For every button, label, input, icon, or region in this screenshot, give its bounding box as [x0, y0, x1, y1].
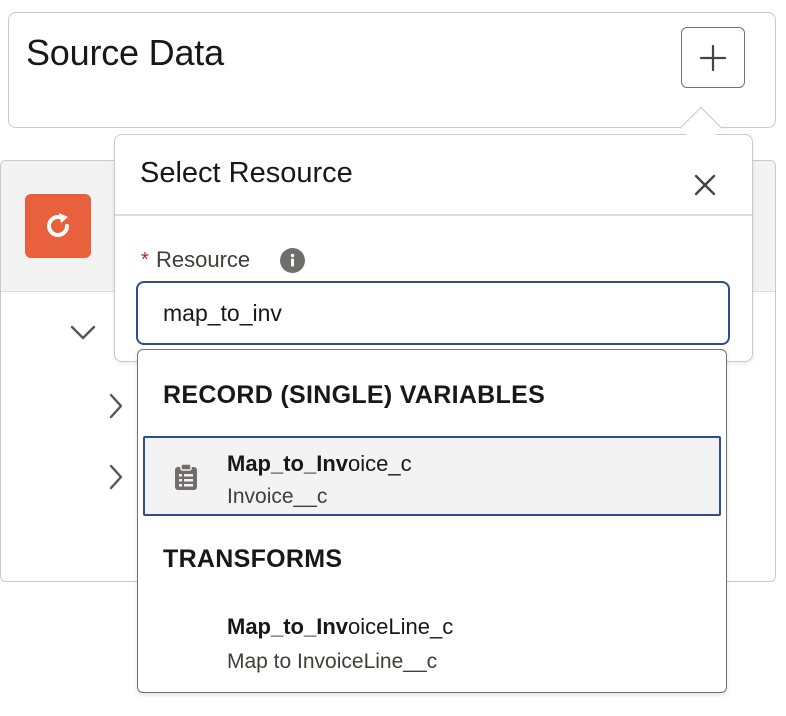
chevron-right-icon[interactable]: [104, 392, 128, 420]
group-header-record-variables: RECORD (SINGLE) VARIABLES: [163, 381, 546, 409]
close-icon: [694, 174, 716, 196]
info-icon[interactable]: [280, 248, 305, 273]
popover-title: Select Resource: [140, 157, 353, 189]
source-data-title: Source Data: [26, 32, 224, 73]
refresh-icon[interactable]: [25, 194, 91, 258]
popover-divider: [115, 214, 752, 216]
close-button[interactable]: [686, 166, 724, 204]
option-title-rest: oice_c: [348, 451, 412, 476]
add-source-button[interactable]: [681, 27, 745, 88]
required-marker: *: [141, 249, 149, 271]
resource-search-input[interactable]: [136, 281, 730, 345]
option-title-match: Map_to_Inv: [227, 451, 349, 476]
option-title-rest: oiceLine_c: [348, 614, 454, 639]
chevron-down-icon[interactable]: [68, 320, 98, 346]
resource-label: Resource: [156, 247, 251, 272]
option-subtitle: Invoice__c: [227, 485, 328, 508]
clipboard-icon: [172, 463, 200, 491]
option-title: Map_to_Invoice_c: [227, 451, 412, 477]
chevron-right-icon[interactable]: [104, 463, 128, 491]
option-title: Map_to_InvoiceLine_c: [227, 614, 453, 640]
plus-icon: [699, 44, 727, 71]
group-header-transforms: TRANSFORMS: [163, 545, 343, 573]
option-subtitle: Map to InvoiceLine__c: [227, 650, 438, 673]
option-title-match: Map_to_Inv: [227, 614, 349, 639]
